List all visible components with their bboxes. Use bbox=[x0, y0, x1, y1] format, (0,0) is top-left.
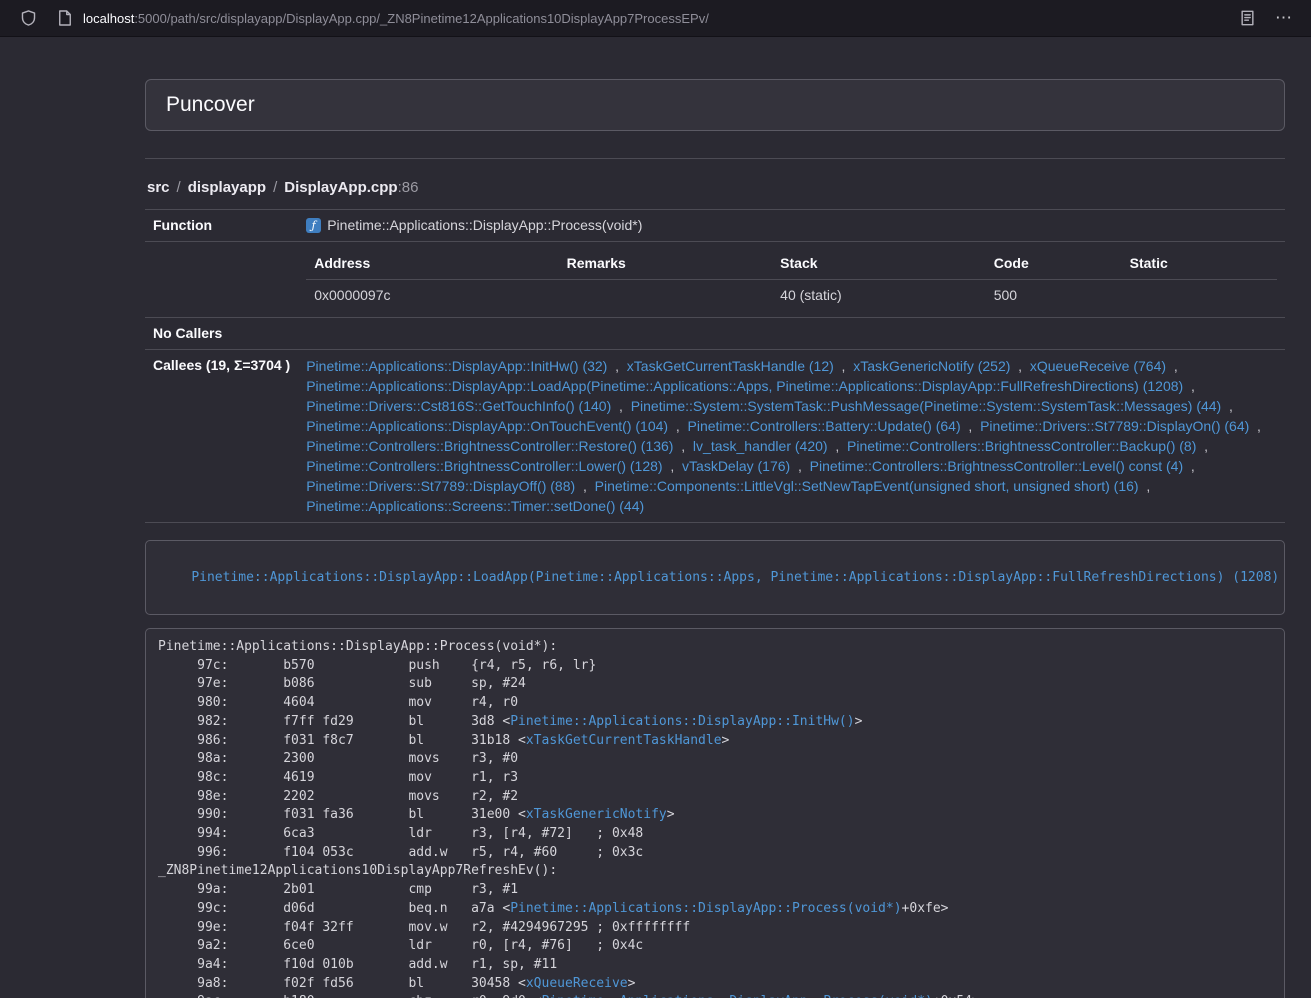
callee-link[interactable]: xQueueReceive (764) bbox=[1030, 358, 1166, 374]
callee-link[interactable]: vTaskDelay (176) bbox=[682, 458, 790, 474]
toolbar-actions: ⋯ bbox=[1233, 4, 1297, 32]
callee-link[interactable]: Pinetime::Applications::DisplayApp::Load… bbox=[306, 378, 1183, 394]
page-info-icon[interactable] bbox=[56, 9, 74, 27]
callee-link[interactable]: xTaskGenericNotify (252) bbox=[853, 358, 1010, 374]
function-row-label: Function bbox=[145, 210, 298, 242]
highlighted-callee-link[interactable]: Pinetime::Applications::DisplayApp::Load… bbox=[191, 570, 1279, 585]
disassembly: Pinetime::Applications::DisplayApp::Proc… bbox=[158, 638, 1272, 998]
page-header-panel: Puncover bbox=[145, 79, 1285, 131]
col-code: Code bbox=[986, 248, 1122, 280]
callee-link[interactable]: Pinetime::Drivers::Cst816S::GetTouchInfo… bbox=[306, 398, 611, 414]
code-symbol-link[interactable]: Pinetime::Applications::DisplayApp::Proc… bbox=[542, 994, 933, 998]
table-row: Address Remarks Stack Code Static 0x0000… bbox=[145, 242, 1285, 318]
menu-icon[interactable]: ⋯ bbox=[1271, 8, 1297, 28]
code-symbol-link[interactable]: Pinetime::Applications::DisplayApp::Proc… bbox=[510, 901, 901, 916]
url-text[interactable]: localhost:5000/path/src/displayapp/Displ… bbox=[83, 11, 709, 26]
code-symbol-link[interactable]: xTaskGetCurrentTaskHandle bbox=[526, 733, 722, 748]
browser-toolbar: localhost:5000/path/src/displayapp/Displ… bbox=[0, 0, 1311, 37]
code-value: 500 bbox=[986, 280, 1122, 312]
function-name: Pinetime::Applications::DisplayApp::Proc… bbox=[327, 216, 642, 235]
page-content: Puncover src / displayapp / DisplayApp.cpp:8… bbox=[145, 79, 1285, 998]
shield-icon[interactable] bbox=[14, 4, 42, 32]
breadcrumb-file[interactable]: DisplayApp.cpp bbox=[284, 179, 397, 196]
callee-link[interactable]: Pinetime::System::SystemTask::PushMessag… bbox=[631, 398, 1222, 414]
col-remarks: Remarks bbox=[559, 248, 773, 280]
url-path: :5000/path/src/displayapp/DisplayApp.cpp… bbox=[134, 11, 709, 26]
table-header-row: Address Remarks Stack Code Static bbox=[306, 248, 1277, 280]
url-host: localhost bbox=[83, 11, 134, 26]
table-row: No Callers bbox=[145, 318, 1285, 350]
callee-link[interactable]: Pinetime::Controllers::Battery::Update()… bbox=[688, 418, 961, 434]
url-bar[interactable]: localhost:5000/path/src/displayapp/Displ… bbox=[56, 9, 1233, 27]
col-static: Static bbox=[1122, 248, 1277, 280]
no-callers-label: No Callers bbox=[145, 318, 298, 350]
callee-link[interactable]: Pinetime::Controllers::BrightnessControl… bbox=[306, 438, 673, 454]
callee-link[interactable]: Pinetime::Applications::DisplayApp::Init… bbox=[306, 358, 607, 374]
code-symbol-link[interactable]: Pinetime::Applications::DisplayApp::Init… bbox=[510, 714, 854, 729]
col-stack: Stack bbox=[772, 248, 986, 280]
breadcrumb-displayapp[interactable]: displayapp bbox=[188, 179, 266, 196]
callee-link[interactable]: xTaskGetCurrentTaskHandle (12) bbox=[627, 358, 834, 374]
table-row: Function ƒ Pinetime::Applications::Displ… bbox=[145, 210, 1285, 242]
reader-view-icon[interactable] bbox=[1233, 4, 1261, 32]
static-value bbox=[1122, 280, 1277, 312]
breadcrumb-line-number: :86 bbox=[398, 179, 419, 196]
table-row: 0x0000097c 40 (static) 500 bbox=[306, 280, 1277, 312]
callee-link[interactable]: lv_task_handler (420) bbox=[693, 438, 828, 454]
divider bbox=[145, 158, 1285, 159]
breadcrumb-separator: / bbox=[177, 179, 181, 196]
callee-link[interactable]: Pinetime::Drivers::St7789::DisplayOn() (… bbox=[980, 418, 1249, 434]
highlighted-callee-panel: Pinetime::Applications::DisplayApp::Load… bbox=[145, 540, 1285, 615]
breadcrumb: src / displayapp / DisplayApp.cpp:86 bbox=[147, 179, 1285, 196]
remarks-value bbox=[559, 280, 773, 312]
callee-link[interactable]: Pinetime::Drivers::St7789::DisplayOff() … bbox=[306, 478, 575, 494]
callee-link[interactable]: Pinetime::Controllers::BrightnessControl… bbox=[306, 458, 662, 474]
disassembly-panel: Pinetime::Applications::DisplayApp::Proc… bbox=[145, 628, 1285, 998]
table-row: Callees (19, Σ=3704 ) Pinetime::Applicat… bbox=[145, 350, 1285, 523]
breadcrumb-src[interactable]: src bbox=[147, 179, 170, 196]
function-icon: ƒ bbox=[306, 218, 321, 233]
code-symbol-link[interactable]: xQueueReceive bbox=[526, 976, 628, 991]
callee-link[interactable]: Pinetime::Applications::Screens::Timer::… bbox=[306, 498, 644, 514]
callees-list: Pinetime::Applications::DisplayApp::Init… bbox=[306, 356, 1277, 516]
callee-link[interactable]: Pinetime::Controllers::BrightnessControl… bbox=[847, 438, 1196, 454]
callee-link[interactable]: Pinetime::Controllers::BrightnessControl… bbox=[810, 458, 1183, 474]
callees-label: Callees (19, Σ=3704 ) bbox=[145, 350, 298, 523]
col-address: Address bbox=[306, 248, 558, 280]
stack-value: 40 (static) bbox=[772, 280, 986, 312]
page-title: Puncover bbox=[166, 93, 1264, 117]
callee-link[interactable]: Pinetime::Components::LittleVgl::SetNewT… bbox=[595, 478, 1139, 494]
callee-link[interactable]: Pinetime::Applications::DisplayApp::OnTo… bbox=[306, 418, 668, 434]
address-value: 0x0000097c bbox=[306, 280, 558, 312]
breadcrumb-separator: / bbox=[273, 179, 277, 196]
function-stats-table: Address Remarks Stack Code Static 0x0000… bbox=[306, 248, 1277, 311]
function-detail-table: Function ƒ Pinetime::Applications::Displ… bbox=[145, 209, 1285, 523]
code-symbol-link[interactable]: xTaskGenericNotify bbox=[526, 807, 667, 822]
